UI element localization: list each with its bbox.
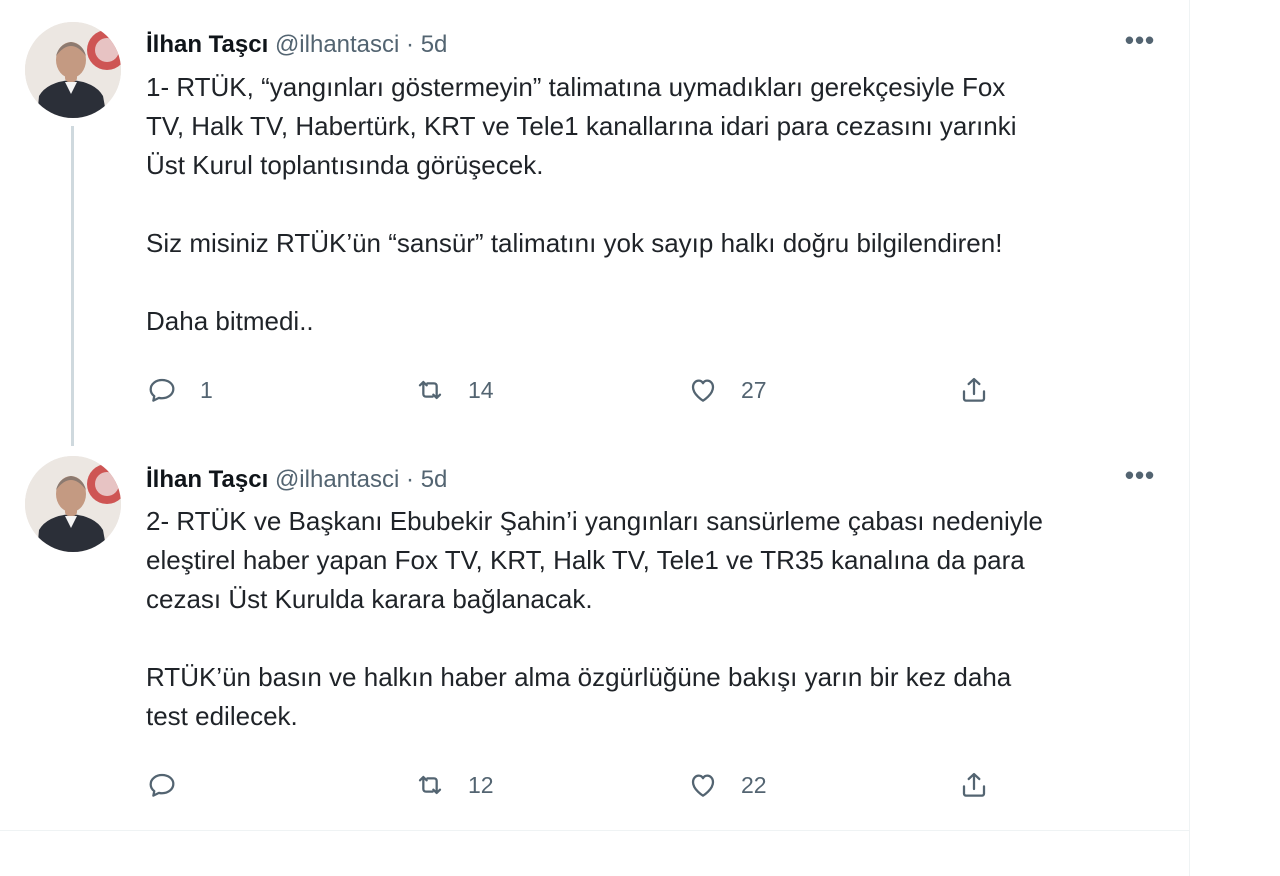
tweet-time[interactable]: 5d bbox=[421, 466, 448, 493]
reply-icon bbox=[149, 378, 175, 402]
more-horizontal-icon[interactable]: ••• bbox=[1120, 27, 1160, 60]
like-count: 22 bbox=[741, 771, 767, 798]
tweet-actions: 1 14 27 bbox=[146, 370, 1006, 410]
timeline: İlhan Taşcı @ilhantasci · 5d ••• 1- RTÜK… bbox=[0, 0, 1190, 876]
share-button[interactable] bbox=[958, 765, 990, 805]
reply-button[interactable]: 1 bbox=[146, 370, 213, 410]
like-count: 27 bbox=[741, 376, 767, 403]
tweet-header: İlhan Taşcı @ilhantasci · 5d bbox=[146, 30, 447, 60]
share-icon bbox=[962, 772, 986, 797]
retweet-icon bbox=[418, 775, 442, 795]
tweet-text: 2- RTÜK ve Başkanı Ebubekir Şahin’i yang… bbox=[146, 506, 1043, 731]
retweet-icon bbox=[418, 380, 442, 400]
share-button[interactable] bbox=[958, 370, 990, 410]
avatar[interactable] bbox=[25, 456, 121, 552]
heart-icon bbox=[691, 379, 715, 402]
author-name[interactable]: İlhan Taşcı bbox=[146, 466, 268, 493]
share-icon bbox=[962, 377, 986, 402]
tweet-time[interactable]: 5d bbox=[421, 31, 448, 58]
reply-icon bbox=[149, 773, 175, 797]
more-horizontal-icon[interactable]: ••• bbox=[1120, 462, 1160, 495]
retweet-count: 14 bbox=[468, 376, 494, 403]
separator: · bbox=[406, 466, 415, 493]
tweet-header: İlhan Taşcı @ilhantasci · 5d bbox=[146, 465, 447, 495]
thread-connector bbox=[71, 126, 74, 446]
like-button[interactable]: 22 bbox=[687, 765, 767, 805]
reply-count: 1 bbox=[200, 376, 213, 403]
tweet-text: 1- RTÜK, “yangınları göstermeyin” talima… bbox=[146, 72, 1017, 336]
author-handle[interactable]: @ilhantasci bbox=[275, 466, 399, 493]
tweet[interactable]: İlhan Taşcı @ilhantasci · 5d ••• 1- RTÜK… bbox=[0, 0, 1190, 446]
avatar-photo bbox=[25, 22, 121, 118]
author-handle[interactable]: @ilhantasci bbox=[275, 31, 399, 58]
like-button[interactable]: 27 bbox=[687, 370, 767, 410]
retweet-button[interactable]: 12 bbox=[414, 765, 494, 805]
avatar-photo bbox=[25, 456, 121, 552]
heart-icon bbox=[691, 774, 715, 797]
separator: · bbox=[406, 31, 415, 58]
reply-button[interactable] bbox=[146, 765, 200, 805]
avatar[interactable] bbox=[25, 22, 121, 118]
retweet-button[interactable]: 14 bbox=[414, 370, 494, 410]
tweet-actions: 12 22 bbox=[146, 765, 1006, 805]
tweet[interactable]: İlhan Taşcı @ilhantasci · 5d ••• 2- RTÜK… bbox=[0, 440, 1190, 831]
retweet-count: 12 bbox=[468, 771, 494, 798]
author-name[interactable]: İlhan Taşcı bbox=[146, 31, 268, 58]
